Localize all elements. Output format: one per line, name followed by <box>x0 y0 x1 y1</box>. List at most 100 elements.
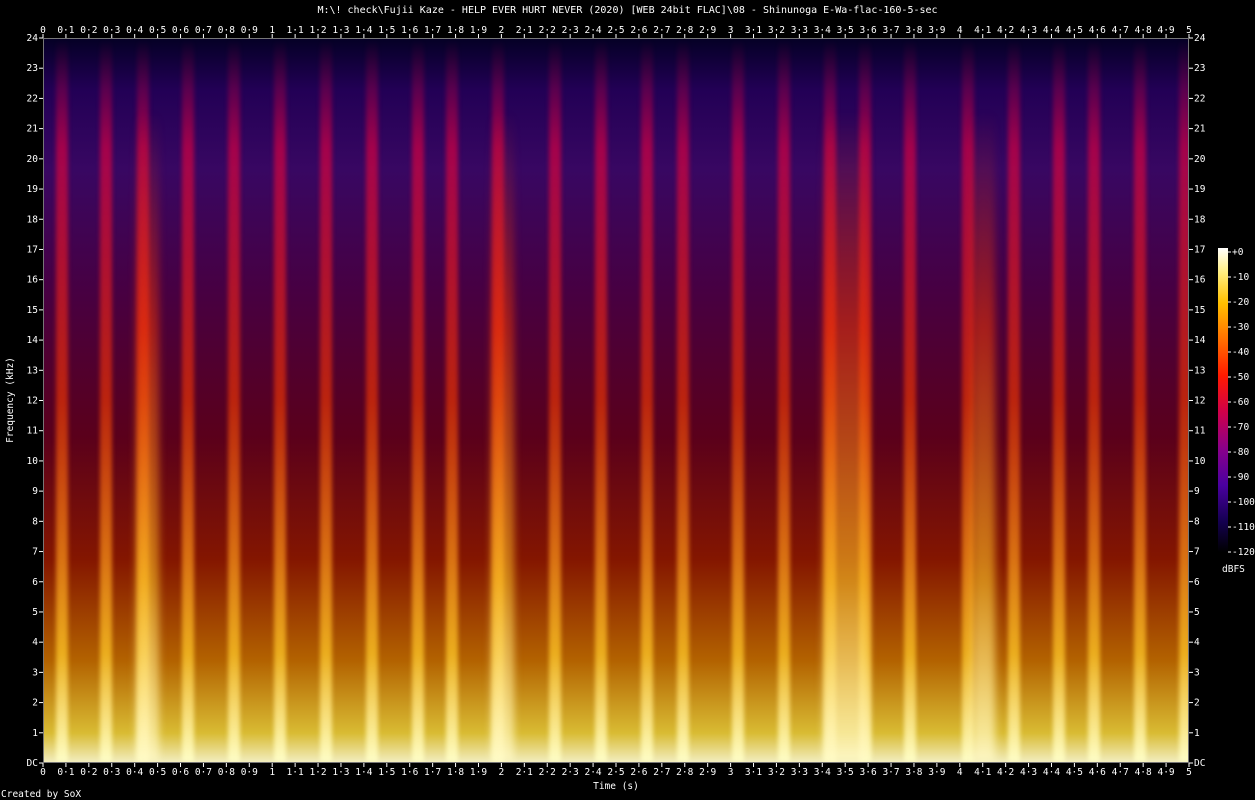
y-tick-label: 20 <box>1194 154 1206 165</box>
x-tick-label: 1·4 <box>355 767 372 778</box>
x-tick-label: 3 <box>728 767 734 778</box>
onset-stripe <box>732 39 745 762</box>
x-tick-label: 3·8 <box>905 767 922 778</box>
x-tick-label: 1·2 <box>309 767 326 778</box>
x-tick-label: 4 <box>957 25 963 36</box>
onset-stripe <box>99 39 112 762</box>
x-tick-label: 1·4 <box>355 25 372 36</box>
y-tick-label: 22 <box>1194 93 1205 104</box>
x-tick-label: 3·9 <box>928 25 945 36</box>
y-tick-label: 24 <box>1194 33 1206 44</box>
y-tick-label: 18 <box>1194 214 1206 225</box>
x-tick-label: 2·5 <box>607 767 624 778</box>
x-tick-label: 0·9 <box>241 25 258 36</box>
x-tick-label: 2·9 <box>699 25 716 36</box>
y-tick-label: 19 <box>27 184 39 195</box>
x-tick-label: 3·2 <box>768 25 785 36</box>
x-tick-label: 0·1 <box>57 767 74 778</box>
onset-stripe <box>228 39 241 762</box>
y-tick-label: 16 <box>27 275 39 286</box>
colorbar-tick-label: -10 <box>1232 272 1249 283</box>
y-tick-label: 12 <box>1194 396 1205 407</box>
x-tick-label: 3·5 <box>837 25 854 36</box>
y-tick-label: 17 <box>27 244 38 255</box>
x-tick-label: 4·1 <box>974 767 991 778</box>
y-tick-label: 2 <box>1194 698 1200 709</box>
y-tick-label: 21 <box>27 124 39 135</box>
onset-stripe <box>445 39 458 762</box>
x-tick-label: 4·6 <box>1089 767 1106 778</box>
y-tick-label: 17 <box>1194 244 1205 255</box>
x-tick-label: 3·3 <box>791 767 808 778</box>
x-tick-label: 3·1 <box>745 767 762 778</box>
onset-stripe <box>1133 39 1146 762</box>
x-tick-label: 0 <box>40 25 46 36</box>
y-tick-label: 22 <box>27 93 38 104</box>
y-tick-label: 19 <box>1194 184 1206 195</box>
y-tick-label: 4 <box>32 637 38 648</box>
x-tick-label: 3·4 <box>814 25 831 36</box>
x-tick-label: 1·8 <box>447 25 464 36</box>
onset-stripe <box>677 39 690 762</box>
x-tick-label: 3 <box>728 25 734 36</box>
x-tick-label: 2·7 <box>653 767 670 778</box>
x-tick-label: 2·2 <box>539 767 556 778</box>
colorbar-tick-label: -50 <box>1232 372 1249 383</box>
x-tick-label: 3·1 <box>745 25 762 36</box>
x-tick-label: 1·1 <box>287 767 304 778</box>
x-tick-label: 1·7 <box>424 25 441 36</box>
x-tick-label: 0·2 <box>80 25 97 36</box>
x-tick-label: 2·6 <box>630 25 647 36</box>
y-tick-label: 4 <box>1194 637 1200 648</box>
y-tick-label: 20 <box>27 154 39 165</box>
x-tick-label: 0·6 <box>172 767 189 778</box>
x-tick-label: 1·5 <box>378 25 395 36</box>
y-tick-label: 15 <box>1194 305 1205 316</box>
y-tick-label: 10 <box>1194 456 1206 467</box>
x-tick-label: 4·8 <box>1135 25 1152 36</box>
x-tick-label: 0·8 <box>218 25 235 36</box>
colorbar-unit-label: dBFS <box>1222 564 1245 575</box>
x-tick-label: 4·4 <box>1043 25 1060 36</box>
x-tick-label: 5 <box>1186 25 1192 36</box>
x-tick-label: 0·7 <box>195 25 212 36</box>
onset-stripe <box>365 39 378 762</box>
x-tick-label: 0·1 <box>57 25 74 36</box>
y-tick-label: 3 <box>32 667 38 678</box>
y-tick-label: 12 <box>27 396 38 407</box>
bright-region <box>490 39 514 762</box>
y-tick-label: 9 <box>1194 486 1200 497</box>
x-tick-label: 1 <box>269 767 275 778</box>
x-tick-label: 2·7 <box>653 25 670 36</box>
onset-stripe <box>549 39 562 762</box>
onset-stripe <box>1087 39 1100 762</box>
x-tick-label: 2·5 <box>607 25 624 36</box>
y-tick-label: 1 <box>1194 728 1200 739</box>
y-axis-label: Frequency (kHz) <box>5 357 16 443</box>
y-tick-label: 14 <box>27 335 39 346</box>
bright-region <box>972 39 996 762</box>
x-tick-label: 4·5 <box>1066 767 1083 778</box>
x-tick-label: 4·3 <box>1020 25 1037 36</box>
x-tick-label: 0·4 <box>126 25 143 36</box>
x-tick-label: 4·2 <box>997 25 1014 36</box>
y-tick-label: 18 <box>27 214 39 225</box>
x-tick-label: 1 <box>269 25 275 36</box>
x-tick-label: 4·7 <box>1112 25 1129 36</box>
y-tick-label: 8 <box>1194 516 1200 527</box>
x-tick-label: 3·9 <box>928 767 945 778</box>
x-tick-label: 0·2 <box>80 767 97 778</box>
colorbar-tick-label: -30 <box>1232 322 1249 333</box>
y-tick-label: 16 <box>1194 275 1206 286</box>
x-tick-label: 1·3 <box>332 767 349 778</box>
y-tick-label: 24 <box>27 33 39 44</box>
onset-stripe <box>274 39 287 762</box>
x-tick-label: 2·2 <box>539 25 556 36</box>
x-tick-label: 0·3 <box>103 767 120 778</box>
x-tick-label: 2·3 <box>562 767 579 778</box>
colorbar-tick-label: -20 <box>1232 297 1249 308</box>
onset-stripe <box>56 39 69 762</box>
x-tick-label: 3·2 <box>768 767 785 778</box>
y-tick-label: 15 <box>27 305 38 316</box>
y-tick-label: DC <box>1194 758 1205 769</box>
